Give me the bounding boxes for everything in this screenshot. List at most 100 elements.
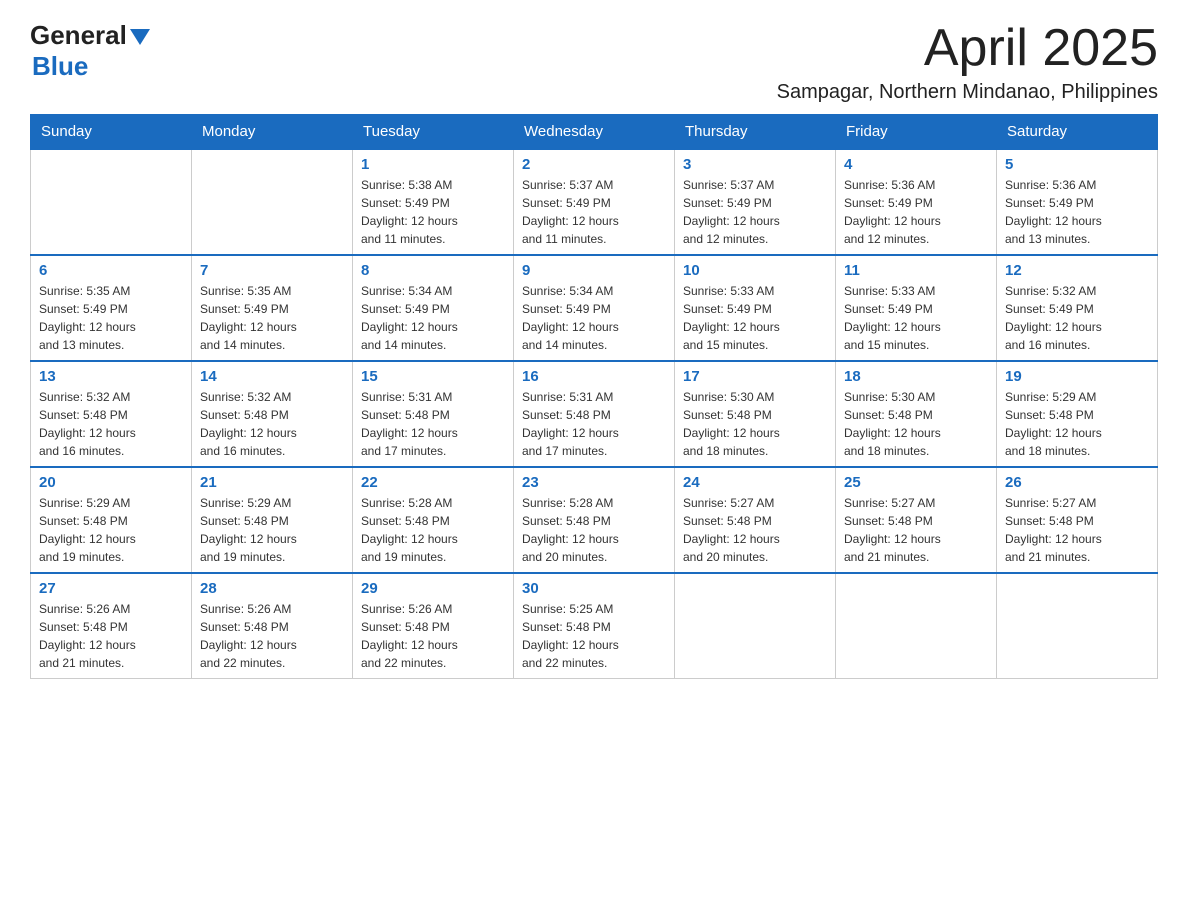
day-info: Sunrise: 5:29 AM Sunset: 5:48 PM Dayligh…	[1005, 388, 1149, 460]
day-number: 2	[522, 156, 666, 173]
calendar-cell: 23 Sunrise: 5:28 AM Sunset: 5:48 PM Dayli…	[514, 467, 675, 573]
week-row-5: 27 Sunrise: 5:26 AM Sunset: 5:48 PM Dayli…	[31, 573, 1158, 679]
day-number: 26	[1005, 474, 1149, 491]
day-info: Sunrise: 5:37 AM Sunset: 5:49 PM Dayligh…	[683, 176, 827, 248]
day-number: 15	[361, 368, 505, 385]
calendar-cell: 19 Sunrise: 5:29 AM Sunset: 5:48 PM Dayli…	[997, 361, 1158, 467]
header: General Blue April 2025 Sampagar, Northe…	[30, 20, 1158, 104]
calendar-cell: 6 Sunrise: 5:35 AM Sunset: 5:49 PM Daylig…	[31, 255, 192, 361]
calendar-cell: 30Sunrise: 5:25 AM Sunset: 5:48 PM Dayli…	[514, 573, 675, 679]
day-info: Sunrise: 5:28 AM Sunset: 5:48 PM Dayligh…	[522, 494, 666, 566]
day-info: Sunrise: 5:38 AM Sunset: 5:49 PM Dayligh…	[361, 176, 505, 248]
day-info: Sunrise: 5:36 AM Sunset: 5:49 PM Dayligh…	[844, 176, 988, 248]
day-number: 9	[522, 262, 666, 279]
day-info: Sunrise: 5:35 AM Sunset: 5:49 PM Dayligh…	[39, 282, 183, 354]
day-info: Sunrise: 5:29 AM Sunset: 5:48 PM Dayligh…	[200, 494, 344, 566]
day-info: Sunrise: 5:27 AM Sunset: 5:48 PM Dayligh…	[683, 494, 827, 566]
day-number: 22	[361, 474, 505, 491]
calendar-cell: 22 Sunrise: 5:28 AM Sunset: 5:48 PM Dayli…	[353, 467, 514, 573]
header-day-thursday: Thursday	[675, 115, 836, 150]
day-info: Sunrise: 5:27 AM Sunset: 5:48 PM Dayligh…	[844, 494, 988, 566]
calendar-cell: 3Sunrise: 5:37 AM Sunset: 5:49 PM Daylig…	[675, 149, 836, 255]
calendar-cell: 21 Sunrise: 5:29 AM Sunset: 5:48 PM Dayli…	[192, 467, 353, 573]
logo-general-text: General	[30, 20, 127, 51]
day-number: 5	[1005, 156, 1149, 173]
day-number: 18	[844, 368, 988, 385]
logo-blue-text: Blue	[32, 51, 88, 81]
header-day-friday: Friday	[836, 115, 997, 150]
day-info: Sunrise: 5:34 AM Sunset: 5:49 PM Dayligh…	[361, 282, 505, 354]
day-number: 25	[844, 474, 988, 491]
calendar-cell	[675, 573, 836, 679]
calendar-cell: 1Sunrise: 5:38 AM Sunset: 5:49 PM Daylig…	[353, 149, 514, 255]
day-number: 19	[1005, 368, 1149, 385]
day-number: 7	[200, 262, 344, 279]
day-number: 14	[200, 368, 344, 385]
calendar-cell: 24 Sunrise: 5:27 AM Sunset: 5:48 PM Dayli…	[675, 467, 836, 573]
calendar-cell: 16 Sunrise: 5:31 AM Sunset: 5:48 PM Dayli…	[514, 361, 675, 467]
day-info: Sunrise: 5:32 AM Sunset: 5:48 PM Dayligh…	[39, 388, 183, 460]
calendar-cell: 11 Sunrise: 5:33 AM Sunset: 5:49 PM Dayli…	[836, 255, 997, 361]
day-info: Sunrise: 5:29 AM Sunset: 5:48 PM Dayligh…	[39, 494, 183, 566]
week-row-4: 20 Sunrise: 5:29 AM Sunset: 5:48 PM Dayli…	[31, 467, 1158, 573]
day-info: Sunrise: 5:33 AM Sunset: 5:49 PM Dayligh…	[844, 282, 988, 354]
day-number: 6	[39, 262, 183, 279]
day-info: Sunrise: 5:36 AM Sunset: 5:49 PM Dayligh…	[1005, 176, 1149, 248]
day-number: 11	[844, 262, 988, 279]
day-number: 4	[844, 156, 988, 173]
calendar-cell: 18 Sunrise: 5:30 AM Sunset: 5:48 PM Dayli…	[836, 361, 997, 467]
calendar-cell: 5 Sunrise: 5:36 AM Sunset: 5:49 PM Daylig…	[997, 149, 1158, 255]
day-info: Sunrise: 5:28 AM Sunset: 5:48 PM Dayligh…	[361, 494, 505, 566]
calendar-cell: 9 Sunrise: 5:34 AM Sunset: 5:49 PM Daylig…	[514, 255, 675, 361]
day-info: Sunrise: 5:31 AM Sunset: 5:48 PM Dayligh…	[361, 388, 505, 460]
day-number: 10	[683, 262, 827, 279]
day-info: Sunrise: 5:25 AM Sunset: 5:48 PM Dayligh…	[522, 600, 666, 672]
calendar-cell: 10 Sunrise: 5:33 AM Sunset: 5:49 PM Dayli…	[675, 255, 836, 361]
calendar-cell: 25 Sunrise: 5:27 AM Sunset: 5:48 PM Dayli…	[836, 467, 997, 573]
calendar-cell: 2 Sunrise: 5:37 AM Sunset: 5:49 PM Daylig…	[514, 149, 675, 255]
day-number: 27	[39, 580, 183, 597]
logo: General Blue	[30, 20, 150, 82]
calendar-cell	[31, 149, 192, 255]
day-number: 21	[200, 474, 344, 491]
calendar-cell: 13 Sunrise: 5:32 AM Sunset: 5:48 PM Dayli…	[31, 361, 192, 467]
day-info: Sunrise: 5:37 AM Sunset: 5:49 PM Dayligh…	[522, 176, 666, 248]
day-info: Sunrise: 5:30 AM Sunset: 5:48 PM Dayligh…	[844, 388, 988, 460]
calendar-table: SundayMondayTuesdayWednesdayThursdayFrid…	[30, 114, 1158, 679]
day-number: 23	[522, 474, 666, 491]
day-info: Sunrise: 5:35 AM Sunset: 5:49 PM Dayligh…	[200, 282, 344, 354]
logo-triangle-icon	[130, 29, 150, 45]
day-number: 13	[39, 368, 183, 385]
header-day-tuesday: Tuesday	[353, 115, 514, 150]
day-info: Sunrise: 5:32 AM Sunset: 5:48 PM Dayligh…	[200, 388, 344, 460]
calendar-cell: 29Sunrise: 5:26 AM Sunset: 5:48 PM Dayli…	[353, 573, 514, 679]
day-info: Sunrise: 5:26 AM Sunset: 5:48 PM Dayligh…	[200, 600, 344, 672]
calendar-cell: 7 Sunrise: 5:35 AM Sunset: 5:49 PM Daylig…	[192, 255, 353, 361]
week-row-2: 6 Sunrise: 5:35 AM Sunset: 5:49 PM Daylig…	[31, 255, 1158, 361]
calendar-cell: 17Sunrise: 5:30 AM Sunset: 5:48 PM Dayli…	[675, 361, 836, 467]
calendar-cell: 15 Sunrise: 5:31 AM Sunset: 5:48 PM Dayli…	[353, 361, 514, 467]
calendar-cell: 20 Sunrise: 5:29 AM Sunset: 5:48 PM Dayli…	[31, 467, 192, 573]
day-number: 28	[200, 580, 344, 597]
subtitle: Sampagar, Northern Mindanao, Philippines	[777, 81, 1158, 104]
header-day-monday: Monday	[192, 115, 353, 150]
day-number: 20	[39, 474, 183, 491]
day-info: Sunrise: 5:27 AM Sunset: 5:48 PM Dayligh…	[1005, 494, 1149, 566]
day-info: Sunrise: 5:31 AM Sunset: 5:48 PM Dayligh…	[522, 388, 666, 460]
calendar-cell: 28 Sunrise: 5:26 AM Sunset: 5:48 PM Dayli…	[192, 573, 353, 679]
day-info: Sunrise: 5:33 AM Sunset: 5:49 PM Dayligh…	[683, 282, 827, 354]
day-info: Sunrise: 5:34 AM Sunset: 5:49 PM Dayligh…	[522, 282, 666, 354]
calendar-cell: 4 Sunrise: 5:36 AM Sunset: 5:49 PM Daylig…	[836, 149, 997, 255]
day-number: 16	[522, 368, 666, 385]
calendar-cell: 12 Sunrise: 5:32 AM Sunset: 5:49 PM Dayli…	[997, 255, 1158, 361]
calendar-cell: 14 Sunrise: 5:32 AM Sunset: 5:48 PM Dayli…	[192, 361, 353, 467]
week-row-1: 1Sunrise: 5:38 AM Sunset: 5:49 PM Daylig…	[31, 149, 1158, 255]
day-number: 12	[1005, 262, 1149, 279]
day-number: 29	[361, 580, 505, 597]
day-info: Sunrise: 5:32 AM Sunset: 5:49 PM Dayligh…	[1005, 282, 1149, 354]
header-day-saturday: Saturday	[997, 115, 1158, 150]
day-number: 24	[683, 474, 827, 491]
calendar-cell	[192, 149, 353, 255]
calendar-cell	[997, 573, 1158, 679]
calendar-cell	[836, 573, 997, 679]
